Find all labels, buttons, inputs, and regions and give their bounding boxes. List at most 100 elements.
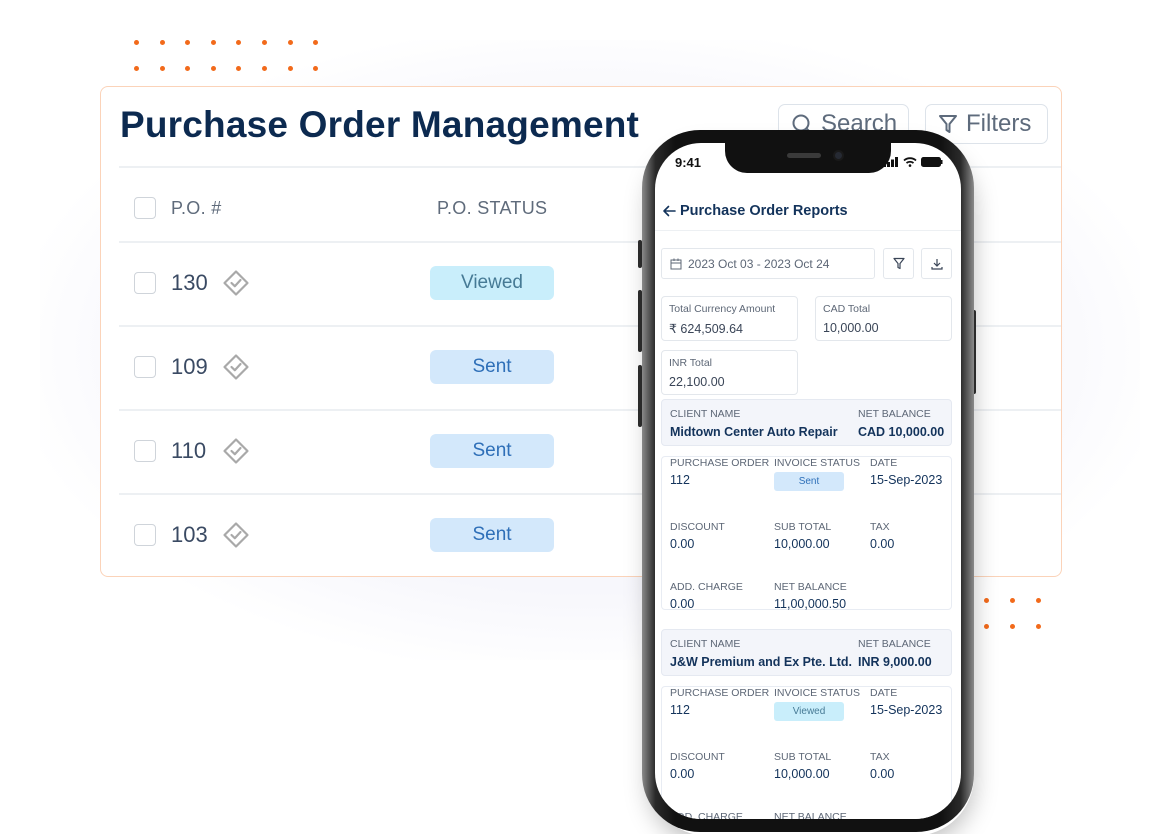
stat-inr-total: INR Total 22,100.00 <box>661 350 798 395</box>
decorative-dot <box>1010 598 1015 603</box>
decorative-dot <box>1036 598 1041 603</box>
row-checkbox[interactable] <box>134 440 156 462</box>
discount-value: 0.00 <box>670 767 695 781</box>
detail-net-balance-field: NET BALANCE <box>774 811 847 819</box>
purchase-order-value: 112 <box>670 703 690 717</box>
stat-value: 10,000.00 <box>823 321 879 335</box>
purchase-order-label: PURCHASE ORDER <box>670 457 770 469</box>
decorative-dot <box>287 40 293 45</box>
date-label: DATE <box>870 687 898 699</box>
status-time: 9:41 <box>675 155 702 170</box>
decorative-dot <box>185 65 191 71</box>
sub-total-field: SUB TOTAL 10,000.00 <box>774 751 831 781</box>
po-number[interactable]: 103 <box>171 522 208 548</box>
discount-field: DISCOUNT 0.00 <box>670 751 725 781</box>
back-arrow-icon[interactable] <box>661 203 677 219</box>
verified-check-icon <box>223 438 249 464</box>
signal-icon <box>883 157 898 167</box>
po-number[interactable]: 110 <box>171 438 206 464</box>
po-number[interactable]: 109 <box>171 354 208 380</box>
add-charge-field: ADD. CHARGE <box>670 811 743 819</box>
column-header-po-status[interactable]: P.O. STATUS <box>437 198 547 219</box>
discount-label: DISCOUNT <box>670 751 725 763</box>
decorative-dot <box>1010 623 1015 629</box>
sub-total-label: SUB TOTAL <box>774 521 832 533</box>
sub-total-value: 10,000.00 <box>774 767 830 781</box>
add-charge-label: ADD. CHARGE <box>670 581 743 593</box>
verified-check-icon <box>223 270 249 296</box>
stat-value: ₹ 624,509.64 <box>669 322 743 336</box>
net-balance: INR 9,000.00 <box>858 655 932 669</box>
status-badge: Sent <box>430 518 554 552</box>
invoice-status-field: INVOICE STATUS Viewed <box>774 687 860 721</box>
date-value: 15-Sep-2023 <box>870 473 943 487</box>
detail-net-balance-field: NET BALANCE 11,00,000.50 <box>774 581 847 611</box>
filter-icon <box>892 257 905 270</box>
decorative-dot <box>313 65 319 71</box>
status-badge: Sent <box>430 350 554 384</box>
add-charge-label: ADD. CHARGE <box>670 811 743 819</box>
date-range-picker[interactable]: 2023 Oct 03 - 2023 Oct 24 <box>661 248 875 279</box>
status-icons <box>883 157 943 167</box>
stat-cad-total: CAD Total 10,000.00 <box>815 296 952 341</box>
tax-value: 0.00 <box>870 537 895 551</box>
page-title: Purchase Order Management <box>120 104 640 145</box>
stat-label: Total Currency Amount <box>669 303 776 315</box>
decorative-dot <box>984 623 989 629</box>
download-button[interactable] <box>921 248 952 279</box>
stat-value: 22,100.00 <box>669 375 725 389</box>
invoice-status-label: INVOICE STATUS <box>774 457 860 469</box>
net-balance-label: NET BALANCE <box>858 638 931 650</box>
decorative-dot <box>984 598 989 603</box>
select-all-checkbox[interactable] <box>134 197 156 219</box>
tax-field: TAX 0.00 <box>870 521 894 551</box>
phone-notch <box>725 143 891 173</box>
stat-label: CAD Total <box>823 303 871 315</box>
sub-total-label: SUB TOTAL <box>774 751 832 763</box>
purchase-order-label: PURCHASE ORDER <box>670 687 770 699</box>
client-name: J&W Premium and Ex Pte. Ltd. <box>670 655 852 669</box>
detail-net-balance-label: NET BALANCE <box>774 581 847 593</box>
client-summary[interactable]: CLIENT NAME Midtown Center Auto Repair NET… <box>661 399 952 446</box>
decorative-dot <box>210 65 216 71</box>
decorative-dot <box>262 65 267 71</box>
decorative-dot <box>159 65 165 71</box>
stat-total-currency-amount: Total Currency Amount ₹ 624,509.64 <box>661 296 798 341</box>
phone-frame: 9:41 Purchase Order Reports 2023 Oct 03 … <box>642 130 974 832</box>
battery-icon <box>921 157 943 167</box>
row-checkbox[interactable] <box>134 524 156 546</box>
front-camera <box>833 150 844 161</box>
column-header-po-number[interactable]: P.O. # <box>171 198 222 219</box>
download-icon <box>930 258 943 270</box>
order-details: PURCHASE ORDER 112 INVOICE STATUS Sent DATE 1… <box>661 456 952 611</box>
tax-label: TAX <box>870 521 890 533</box>
decorative-dot <box>134 65 139 71</box>
tax-value: 0.00 <box>870 767 895 781</box>
invoice-status-badge: Viewed <box>774 702 844 721</box>
wifi-icon <box>903 157 917 167</box>
status-badge: Viewed <box>430 266 554 300</box>
phone-screen: 9:41 Purchase Order Reports 2023 Oct 03 … <box>655 143 961 819</box>
client-summary[interactable]: CLIENT NAME J&W Premium and Ex Pte. Ltd. N… <box>661 629 952 676</box>
verified-check-icon <box>223 522 249 548</box>
date-label: DATE <box>870 457 898 469</box>
date-field: DATE 15-Sep-2023 <box>870 457 942 487</box>
purchase-order-field: PURCHASE ORDER 112 <box>670 457 769 487</box>
row-checkbox[interactable] <box>134 272 156 294</box>
detail-net-balance-value: 11,00,000.50 <box>774 597 847 611</box>
discount-label: DISCOUNT <box>670 521 725 533</box>
mobile-filter-button[interactable] <box>883 248 914 279</box>
invoice-status-label: INVOICE STATUS <box>774 687 860 699</box>
order-details: PURCHASE ORDER 112 INVOICE STATUS Viewed DAT… <box>661 686 952 819</box>
status-badge: Sent <box>430 434 554 468</box>
date-field: DATE 15-Sep-2023 <box>870 687 942 717</box>
speaker <box>787 153 821 158</box>
net-balance: CAD 10,000.00 <box>858 425 945 439</box>
tax-field: TAX 0.00 <box>870 751 894 781</box>
decorative-dot <box>262 40 267 45</box>
decorative-dot <box>210 40 216 45</box>
po-number[interactable]: 130 <box>171 270 208 296</box>
decorative-dot <box>1036 623 1041 629</box>
client-name-label: CLIENT NAME <box>670 408 741 420</box>
row-checkbox[interactable] <box>134 356 156 378</box>
